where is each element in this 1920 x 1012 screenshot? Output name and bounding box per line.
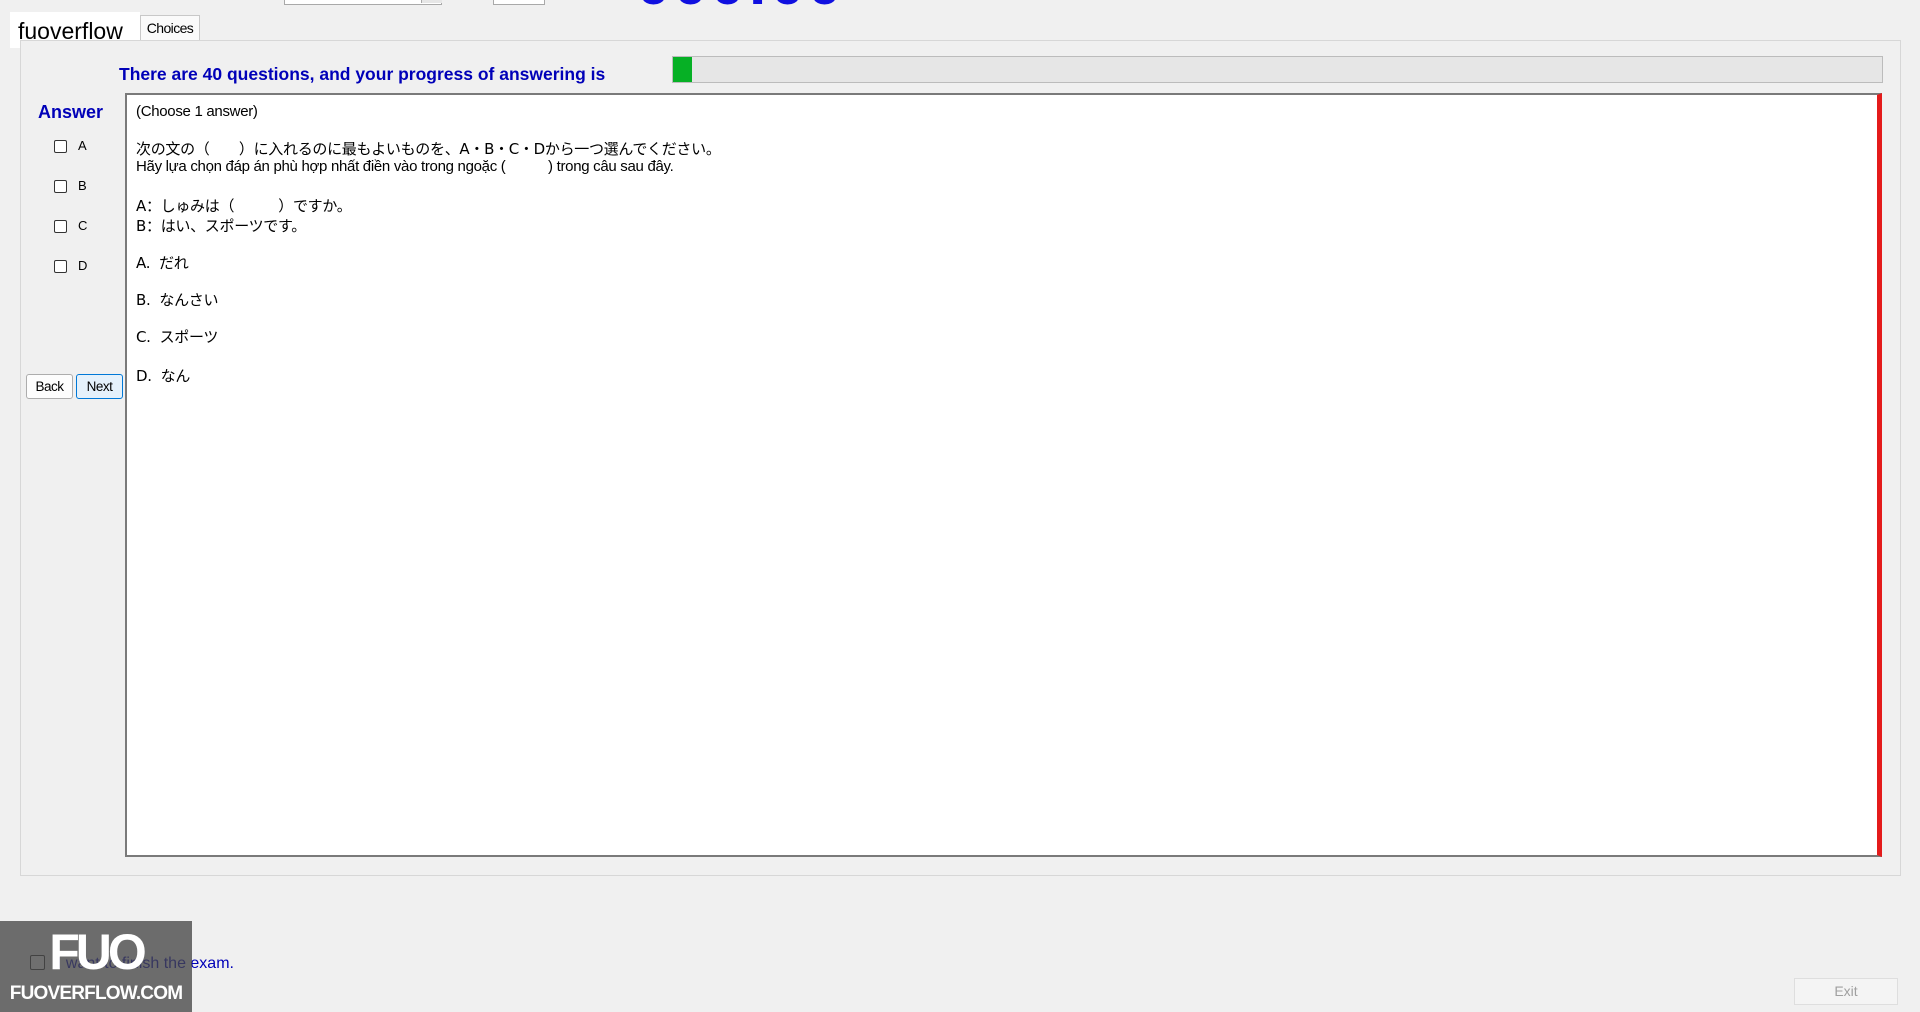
checkbox-a[interactable] [54,140,67,153]
tab-choices[interactable]: Choices [140,15,200,42]
checkbox-d[interactable] [54,260,67,273]
answer-option-label: D [78,258,88,273]
watermark: FUO FUOVERFLOW.COM [0,921,192,1012]
back-button[interactable]: Back [26,374,73,399]
answer-option-b[interactable]: B [54,177,114,197]
progress-label: There are 40 questions, and your progres… [119,64,606,84]
question-prompt-jp: 次の文の（ ）に入れるのに最もよいものを、A・B・C・Dから一つ選んでください。 [136,140,721,158]
exit-button[interactable]: Exit [1794,978,1898,1005]
question-prompt-vi: Hãy lựa chọn đáp án phù hợp nhất điền và… [136,158,674,175]
watermark-logo: FUO [49,924,147,980]
question-instruction: (Choose 1 answer) [136,103,258,120]
top-small-field[interactable] [493,0,545,5]
next-button[interactable]: Next [76,374,123,399]
answer-option-c[interactable]: C [54,217,114,237]
question-option-b: B. なんさい [136,291,219,309]
dialogue-line-a: A：しゅみは（ ）ですか。 [136,197,352,215]
answer-option-d[interactable]: D [54,257,114,277]
checkbox-c[interactable] [54,220,67,233]
answer-option-label: B [78,178,87,193]
answer-heading: Answer [38,102,104,122]
top-combobox[interactable] [284,0,442,5]
answer-option-label: C [78,218,88,233]
combobox-arrow[interactable] [421,0,442,3]
answer-option-a[interactable]: A [54,137,114,157]
checkbox-b[interactable] [54,180,67,193]
watermark-site: FUOVERFLOW.COM [9,983,183,1004]
question-option-c: C. スポーツ [136,328,219,346]
dialogue-line-b: B：はい、スポーツです。 [136,217,306,235]
question-panel[interactable]: (Choose 1 answer) 次の文の（ ）に入れるのに最もよいものを、A… [125,93,1882,857]
progress-bar [672,56,1883,83]
question-option-a: A. だれ [136,254,189,272]
answer-option-label: A [78,138,87,153]
question-option-d: D. なん [136,367,191,385]
exam-timer: 000:00 [636,0,844,15]
progress-fill [673,57,693,82]
